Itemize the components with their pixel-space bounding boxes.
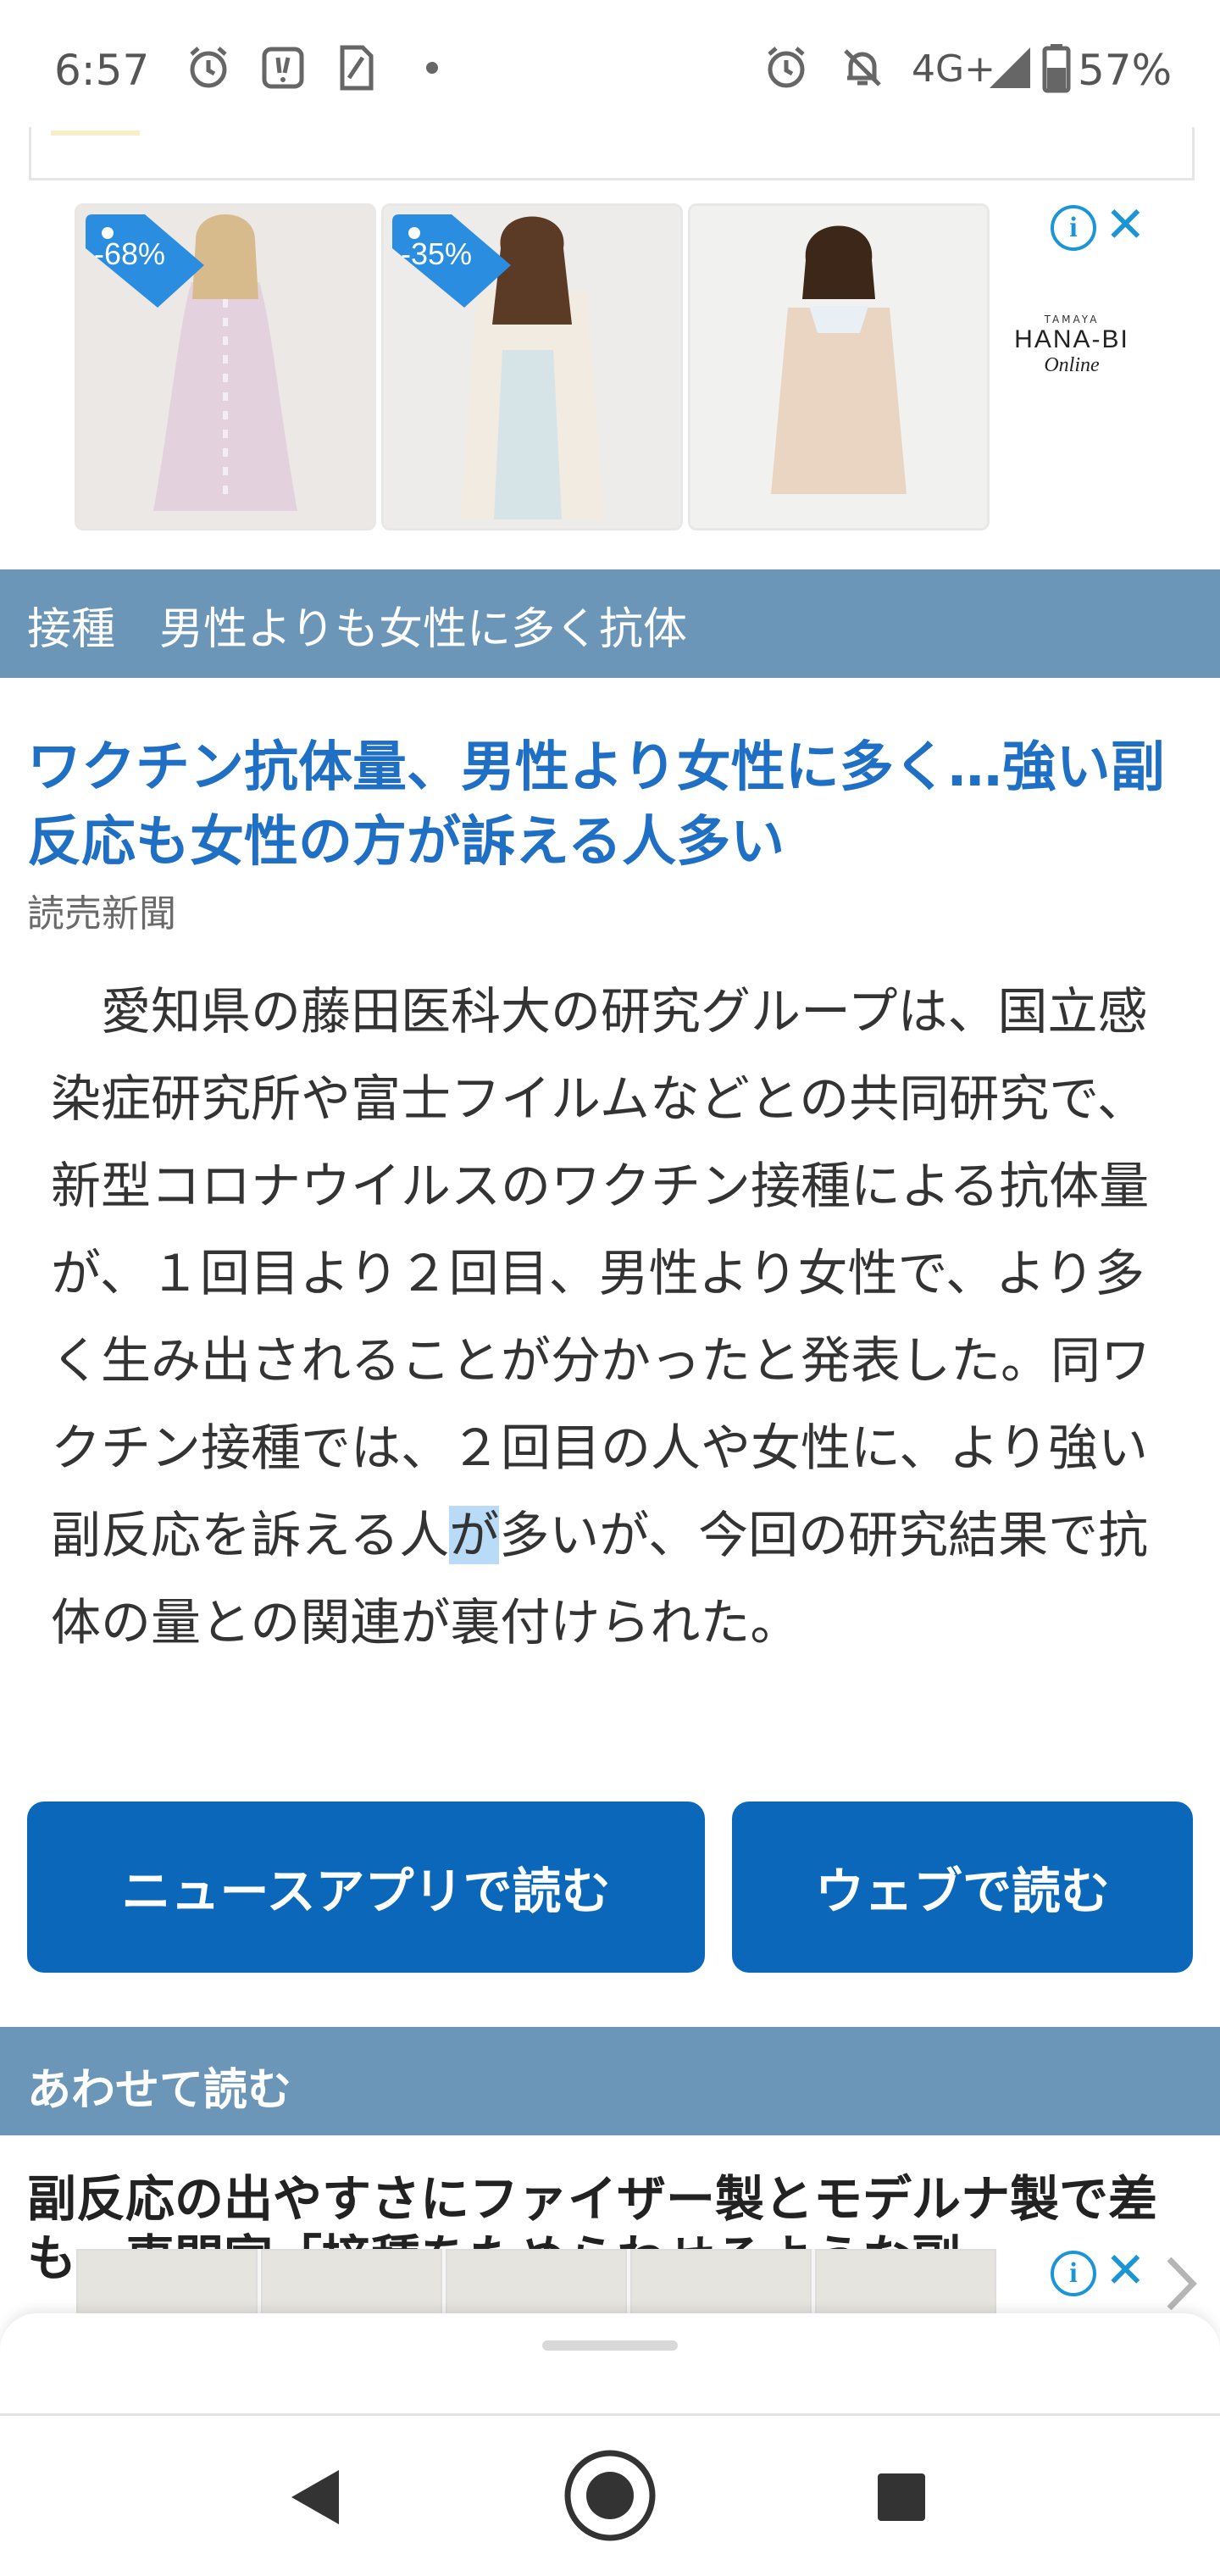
- back-icon[interactable]: [288, 2467, 342, 2528]
- bottom-sheet[interactable]: [0, 2313, 1220, 2415]
- battery-percent: 57%: [1078, 46, 1173, 95]
- ad-brand-logo[interactable]: TAMAYA HANA-BI Online: [1000, 314, 1144, 377]
- alarm-icon: [190, 47, 227, 88]
- ad-info-icon[interactable]: i: [1051, 205, 1096, 251]
- sim-icon: [340, 45, 374, 91]
- ad-thumb-1[interactable]: [76, 2249, 258, 2323]
- previous-card-accent: [51, 130, 140, 136]
- status-time: 6:57: [54, 46, 150, 95]
- notification-app-icon: [262, 47, 304, 89]
- read-on-web-button[interactable]: ウェブで読む: [732, 1802, 1193, 1973]
- discount-tag-label: -68%: [94, 236, 166, 271]
- ad-thumb-3[interactable]: [446, 2249, 627, 2323]
- brand-script-text: Online: [1044, 354, 1100, 376]
- article-source: 読売新聞: [27, 892, 176, 935]
- signal-icon: [990, 47, 1030, 88]
- status-bar: 6:57 4G+ 57%: [0, 0, 1220, 136]
- article-headline[interactable]: ワクチン抗体量、男性より女性に多く…強い副反応も女性の方が訴える人多い: [27, 730, 1193, 880]
- home-icon[interactable]: [563, 2448, 657, 2543]
- read-in-app-button[interactable]: ニュースアプリで読む: [27, 1802, 705, 1973]
- related-header: あわせて読む: [27, 2065, 292, 2116]
- ad-close-icon[interactable]: ✕: [1105, 200, 1146, 249]
- brand-small-text: TAMAYA: [1044, 314, 1100, 325]
- discount-tag-label: -35%: [401, 236, 473, 271]
- article-body: 愛知県の藤田医科大の研究グループは、国立感染症研究所や富士フイルムなどとの共同研…: [51, 968, 1178, 1666]
- ad-thumb-2[interactable]: [261, 2249, 442, 2323]
- brand-main-text: HANA-BI: [1014, 325, 1129, 353]
- previous-card: [29, 127, 1195, 180]
- alarm-icon: [768, 47, 805, 88]
- network-type: 4G+: [912, 47, 995, 91]
- do-not-disturb-icon: [844, 49, 881, 86]
- text-selection[interactable]: が: [449, 1506, 500, 1564]
- chevron-right-icon[interactable]: [1162, 2254, 1200, 2313]
- navigation-bar: [0, 2416, 1220, 2576]
- ad-product-image-2[interactable]: -35%: [381, 203, 683, 530]
- banner-info-icon[interactable]: i: [1051, 2251, 1096, 2296]
- banner-close-icon[interactable]: ✕: [1105, 2246, 1146, 2295]
- article-body-text: 愛知県の藤田医科大の研究グループは、国立感染症研究所や富士フイルムなどとの共同研…: [51, 982, 1151, 1564]
- ad-product-image-3[interactable]: [688, 203, 990, 530]
- sheet-drag-handle[interactable]: [542, 2340, 678, 2351]
- ad-thumb-4[interactable]: [630, 2249, 812, 2323]
- topic-label: 接種 男性よりも女性に多く抗体: [27, 604, 687, 655]
- dot-icon: [426, 62, 438, 74]
- recents-icon[interactable]: [876, 2472, 927, 2523]
- ad-thumb-5[interactable]: [815, 2249, 996, 2323]
- battery-icon: [1042, 44, 1071, 93]
- ad-product-image-1[interactable]: -68%: [75, 203, 376, 530]
